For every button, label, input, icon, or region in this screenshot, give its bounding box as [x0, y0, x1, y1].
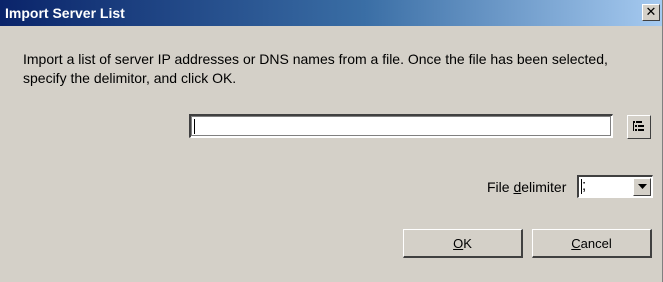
browse-button[interactable] [627, 115, 651, 139]
description-text: Import a list of server IP addresses or … [23, 51, 608, 86]
cancel-mnemonic: C [571, 235, 581, 251]
text-caret [194, 119, 195, 134]
ok-mnemonic: O [453, 235, 464, 251]
file-delimiter-label: File delimiter [487, 179, 566, 195]
dropdown-button[interactable] [633, 178, 651, 196]
ok-label-rest: K [463, 235, 472, 251]
chevron-down-icon [637, 184, 647, 189]
close-icon: ✕ [645, 5, 657, 20]
delimiter-value: ; [582, 177, 587, 194]
cancel-label-rest: ancel [580, 235, 612, 251]
file-delimiter-select[interactable]: ; [577, 175, 653, 198]
ok-button[interactable]: OK [403, 229, 523, 258]
import-server-list-dialog: Import Server List ✕ Import a list of se… [0, 0, 663, 282]
delimiter-label-prefix: File [487, 179, 514, 195]
cancel-button[interactable]: Cancel [532, 229, 652, 258]
window-title: Import Server List [5, 5, 125, 21]
title-bar[interactable]: Import Server List ✕ [0, 0, 662, 26]
browse-file-icon [633, 121, 644, 131]
delimiter-label-suffix: elimiter [521, 179, 567, 195]
close-button[interactable]: ✕ [642, 4, 660, 21]
file-path-input[interactable] [189, 114, 613, 138]
